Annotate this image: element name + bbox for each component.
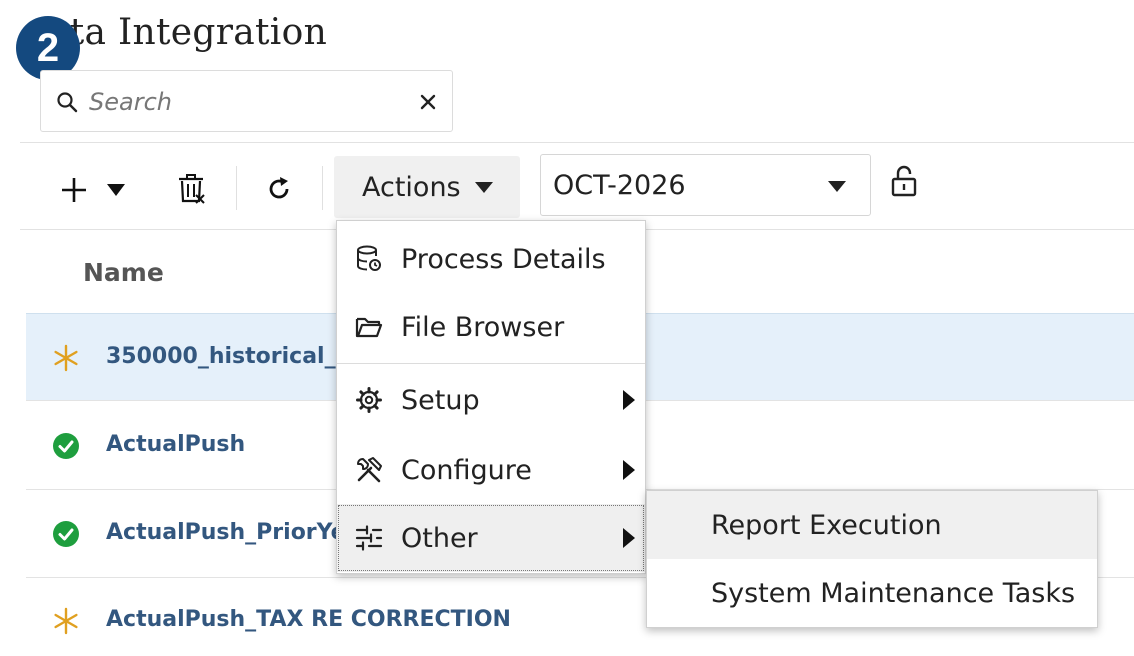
column-header-name[interactable]: Name	[83, 258, 164, 287]
refresh-button[interactable]	[262, 172, 296, 206]
success-check-icon	[53, 521, 79, 547]
row-name-link[interactable]: ActualPush_TAX RE CORRECTION	[106, 607, 511, 632]
delete-button[interactable]	[172, 170, 210, 208]
menu-item-label: Other	[401, 523, 478, 554]
menu-item-other[interactable]: Other	[337, 504, 645, 572]
folder-icon	[355, 317, 383, 338]
other-submenu: Report Execution System Maintenance Task…	[646, 490, 1098, 628]
menu-item-label: Configure	[401, 455, 532, 486]
gear-icon	[356, 387, 382, 413]
menu-item-label: Process Details	[401, 244, 606, 275]
submenu-item-report-execution[interactable]: Report Execution	[647, 491, 1097, 559]
row-name-link[interactable]: 350000_historical_co	[106, 344, 364, 369]
submenu-arrow-icon	[623, 460, 635, 480]
submenu-item-label: Report Execution	[711, 510, 942, 541]
chevron-down-icon	[828, 181, 846, 192]
plus-icon	[62, 178, 86, 202]
delete-icon	[179, 174, 205, 204]
row-name-link[interactable]: ActualPush	[106, 432, 245, 457]
period-select[interactable]: OCT-2026	[540, 154, 871, 216]
page-title: ata Integration	[48, 12, 328, 53]
clear-search-icon[interactable]	[416, 90, 440, 114]
pending-status-icon	[54, 607, 78, 635]
caret-down-icon	[107, 184, 125, 196]
menu-item-file-browser[interactable]: File Browser	[337, 293, 645, 361]
menu-item-setup[interactable]: Setup	[337, 366, 645, 434]
actions-dropdown-menu: Process Details File Browser Setup Confi…	[336, 220, 646, 574]
menu-separator	[337, 363, 645, 364]
menu-item-label: Setup	[401, 385, 480, 416]
menu-item-process-details[interactable]: Process Details	[337, 225, 645, 293]
add-menu-button[interactable]	[102, 178, 130, 202]
menu-item-configure[interactable]: Configure	[337, 436, 645, 504]
unlock-icon[interactable]	[890, 164, 918, 198]
submenu-item-label: System Maintenance Tasks	[711, 578, 1076, 609]
toolbar-separator	[236, 166, 237, 210]
search-input[interactable]	[89, 85, 389, 119]
actions-menu-button[interactable]: Actions	[334, 156, 520, 218]
row-name-link[interactable]: ActualPush_PriorYea	[106, 520, 360, 545]
period-value: OCT-2026	[553, 169, 686, 201]
toolbar-top-divider	[20, 142, 1134, 143]
success-check-icon	[53, 433, 79, 459]
actions-label: Actions	[362, 171, 461, 203]
search-icon	[57, 92, 78, 113]
submenu-item-system-maintenance-tasks[interactable]: System Maintenance Tasks	[647, 559, 1097, 627]
pending-status-icon	[54, 344, 78, 372]
toolbar-separator	[322, 166, 323, 210]
refresh-icon	[269, 177, 289, 199]
caret-down-icon	[474, 181, 493, 193]
search-box[interactable]	[40, 70, 453, 132]
submenu-arrow-icon	[623, 390, 635, 410]
submenu-arrow-icon	[623, 528, 635, 548]
add-button[interactable]	[56, 172, 92, 208]
tools-icon	[357, 457, 382, 483]
menu-item-label: File Browser	[401, 312, 565, 343]
sliders-icon	[355, 525, 383, 551]
process-details-icon	[357, 245, 381, 271]
